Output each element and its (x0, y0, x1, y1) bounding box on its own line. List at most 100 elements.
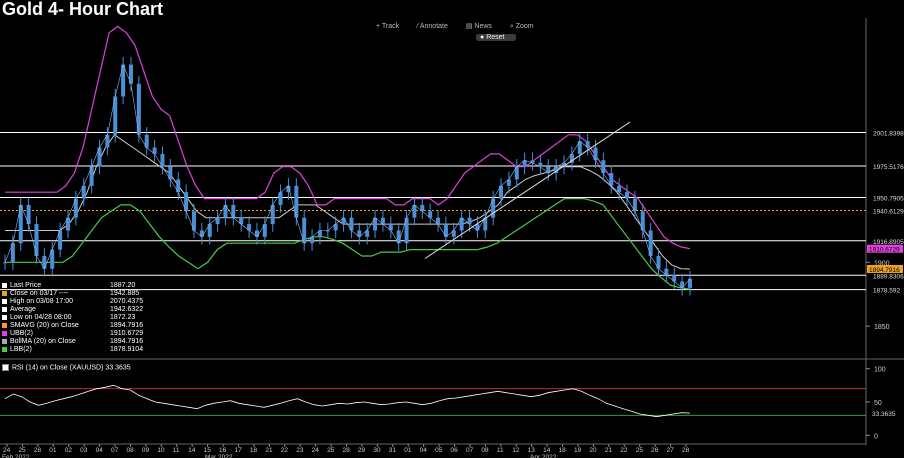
legend-label: BollMA (20) on Close (10, 338, 76, 345)
level-label: 1950.7905 (873, 196, 904, 203)
month-label: Apr 2022 (530, 454, 557, 458)
x-tick-label: 21 (605, 447, 613, 454)
x-tick-label: 09 (142, 447, 150, 454)
legend-item: UBB(2) 1910.6729 (2, 330, 143, 338)
x-tick-label: 31 (389, 447, 397, 454)
x-tick-label: 02 (65, 447, 73, 454)
x-tick-label: 07 (466, 447, 474, 454)
price-tag-label: 1910.6729 (869, 247, 900, 254)
rsi-value-label: 33.3635 (872, 411, 896, 418)
rsi-y-tick-label: 50 (874, 400, 882, 407)
legend-item: Average 1942.6322 (2, 306, 143, 314)
legend-swatch (2, 290, 7, 296)
legend-swatch (2, 282, 7, 288)
x-tick-label: 18 (559, 447, 567, 454)
legend-value: 1872.23 (110, 314, 136, 321)
x-tick-label: 04 (96, 447, 104, 454)
legend-label: Close on 03/17 ---- (10, 290, 69, 297)
x-tick-label: 08 (481, 447, 489, 454)
x-tick-label: 10 (157, 447, 165, 454)
x-tick-label: 28 (34, 447, 42, 454)
rsi-y-tick-label: 100 (874, 367, 886, 374)
legend-swatch (2, 298, 7, 304)
x-tick-label: 04 (420, 447, 428, 454)
legend-item: LBB(2) 1878.9104 (2, 346, 143, 354)
x-tick-label: 08 (126, 447, 134, 454)
level-label: 1878.592 (873, 288, 900, 295)
legend: Last Price 1887.20 Close on 03/17 ---- 194… (2, 282, 246, 358)
x-tick-label: 11 (173, 447, 180, 454)
legend-item: Low on 04/28 08:00 1872.23 (2, 314, 135, 322)
x-tick-label: 05 (435, 447, 443, 454)
level-label: 1975.5176 (873, 164, 904, 171)
x-tick-label: 07 (111, 447, 119, 454)
x-tick-label: 22 (281, 447, 289, 454)
x-tick-label: 26 (651, 447, 659, 454)
legend-item: Close on 03/17 ---- 1942.885 (2, 290, 139, 298)
legend-swatch (2, 346, 7, 352)
gold-chart: 2001.8398 1975.5176 1950.7905 1940.6129 19 16… (0, 18, 904, 458)
legend-label: High on 03/08 17:00 (10, 298, 74, 305)
x-tick-label: 22 (620, 447, 628, 454)
legend-label: UBB(2) (10, 330, 33, 337)
x-tick-label: 28 (682, 447, 690, 454)
rsi-legend-label: RSI (14) on Close (XAUUSD) 33.3635 (12, 364, 131, 372)
x-tick-label: 01 (49, 447, 57, 454)
y-tick-label: 1850 (874, 324, 890, 331)
legend-value: 1894.7916 (110, 338, 144, 345)
x-tick-label: 20 (589, 447, 597, 454)
x-tick-label: 17 (234, 447, 242, 454)
x-tick-label: 14 (543, 447, 551, 454)
legend-value: 1910.6729 (110, 330, 144, 337)
legend-value: 1894.7916 (110, 322, 144, 329)
legend-swatch (2, 330, 7, 336)
price-candle (3, 262, 7, 264)
x-tick-label: 24 (312, 447, 320, 454)
x-tick-label: 19 (574, 447, 582, 454)
x-tick-label: 03 (80, 447, 88, 454)
legend-label: Low on 04/28 08:00 (10, 314, 72, 321)
price-tag-label: 1894.7916 (869, 267, 900, 274)
legend-item: Last Price 1887.20 (2, 282, 135, 290)
x-tick-label: 16 (219, 447, 227, 454)
legend-label: SMAVG (20) on Close (10, 322, 79, 329)
x-tick-label: 23 (296, 447, 304, 454)
rsi-y-tick-label: 0 (874, 433, 878, 440)
legend-value: 1887.20 (110, 282, 136, 289)
x-tick-label: 13 (528, 447, 536, 454)
legend-item: BollMA (20) on Close 1894.7916 (2, 338, 143, 346)
price-series (3, 56, 692, 296)
x-tick-label: 28 (343, 447, 351, 454)
x-tick-label: 12 (512, 447, 520, 454)
level-label: 2001.8398 (873, 130, 904, 137)
month-label: Mar 2022 (205, 454, 233, 458)
x-tick-label: 06 (451, 447, 459, 454)
legend-value: 2070.4375 (110, 298, 144, 305)
rsi-legend: RSI (14) on Close (XAUUSD) 33.3635 (2, 364, 131, 371)
rsi-line (4, 384, 691, 418)
x-tick-label: 11 (497, 447, 504, 454)
x-tick-label: 25 (18, 447, 26, 454)
x-tick-label: 21 (265, 447, 273, 454)
legend-swatch (2, 314, 7, 320)
x-tick-label: 14 (188, 447, 196, 454)
level-label: 1940.6129 (873, 209, 904, 216)
x-tick-label: 15 (204, 447, 212, 454)
rsi-swatch (2, 364, 9, 371)
legend-label: Average (10, 306, 36, 313)
legend-swatch (2, 306, 7, 312)
month-label: Feb 2022 (2, 454, 30, 458)
x-tick-label: 24 (3, 447, 11, 454)
legend-value: 1942.885 (110, 290, 140, 297)
x-tick-label: 27 (667, 447, 675, 454)
x-tick-label: 18 (250, 447, 258, 454)
legend-label: LBB(2) (10, 346, 32, 353)
legend-value: 1942.6322 (110, 306, 144, 313)
legend-item: High on 03/08 17:00 2070.4375 (2, 298, 143, 306)
x-tick-label: 30 (373, 447, 381, 454)
legend-value: 1878.9104 (110, 346, 144, 353)
legend-item: SMAVG (20) on Close 1894.7916 (2, 322, 143, 330)
x-tick-label: 25 (327, 447, 335, 454)
trend-line (424, 121, 631, 259)
legend-swatch (2, 338, 7, 344)
